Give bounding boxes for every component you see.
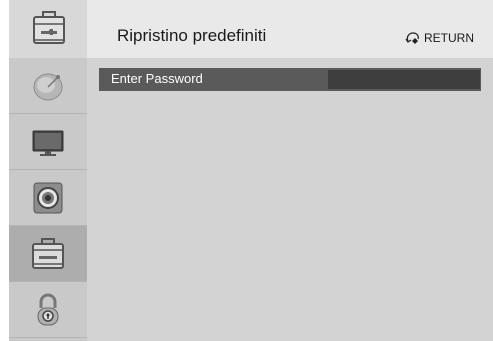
sidebar-item-channel[interactable] bbox=[9, 58, 87, 114]
return-label: RETURN bbox=[424, 31, 474, 45]
page-title: Ripristino predefiniti bbox=[117, 26, 267, 45]
sidebar-item-sound[interactable] bbox=[9, 170, 87, 226]
toolbox-icon bbox=[32, 237, 64, 269]
sidebar bbox=[9, 58, 87, 341]
menu-header: Ripristino predefiniti RETURN bbox=[9, 0, 493, 59]
sidebar-item-lock[interactable] bbox=[9, 282, 87, 338]
menu-window: Ripristino predefiniti RETURN Enter Pass… bbox=[9, 0, 493, 341]
password-label: Enter Password bbox=[111, 71, 203, 86]
sidebar-item-picture[interactable] bbox=[9, 114, 87, 170]
speaker-icon bbox=[33, 182, 63, 213]
return-button[interactable]: RETURN bbox=[405, 31, 474, 45]
lock-icon bbox=[37, 293, 59, 325]
tv-icon bbox=[32, 130, 64, 156]
password-input[interactable] bbox=[328, 70, 480, 89]
toolbox-icon bbox=[33, 11, 65, 44]
return-icon bbox=[405, 32, 419, 44]
header-tab bbox=[9, 0, 87, 58]
satellite-icon bbox=[33, 73, 63, 100]
sidebar-item-setup[interactable] bbox=[9, 226, 87, 282]
password-row[interactable]: Enter Password bbox=[99, 68, 481, 91]
main-content: Enter Password bbox=[87, 58, 493, 341]
